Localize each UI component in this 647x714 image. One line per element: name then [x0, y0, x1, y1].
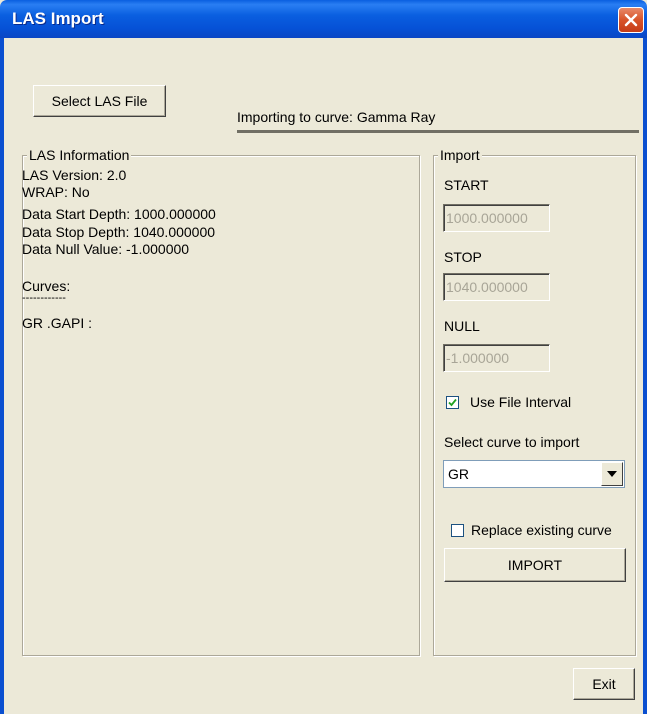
importing-to-curve-label: Importing to curve: Gamma Ray — [237, 109, 436, 125]
start-field-value: 1000.000000 — [446, 210, 528, 226]
use-file-interval-label[interactable]: Use File Interval — [470, 394, 571, 410]
import-button-label: IMPORT — [507, 557, 563, 573]
stop-field[interactable]: 1040.000000 — [443, 273, 550, 301]
import-group-label: Import — [438, 147, 482, 163]
curve-entry: GR .GAPI : — [22, 315, 93, 331]
null-field-value: -1.000000 — [446, 350, 510, 366]
title-bar[interactable]: LAS Import — [0, 0, 647, 38]
window-title: LAS Import — [12, 9, 104, 28]
select-curve-label: Select curve to import — [444, 434, 580, 450]
select-las-file-label: Select LAS File — [51, 93, 148, 109]
las-import-dialog: LAS Import Select LAS File Importing to … — [0, 0, 647, 714]
header-separator — [237, 130, 639, 133]
curve-select-value: GR — [448, 466, 469, 482]
null-field[interactable]: -1.000000 — [443, 344, 550, 372]
stop-field-value: 1040.000000 — [446, 279, 528, 295]
checkmark-icon — [448, 398, 457, 407]
null-label: NULL — [444, 318, 480, 334]
window-frame-right — [643, 38, 647, 714]
stop-label: STOP — [444, 249, 482, 265]
replace-existing-label[interactable]: Replace existing curve — [471, 522, 612, 538]
curve-select-dropdown-button[interactable] — [601, 462, 623, 486]
las-version-text: LAS Version: 2.0 — [22, 167, 127, 183]
close-icon — [624, 13, 638, 27]
data-null-value-text: Data Null Value: -1.000000 — [22, 241, 190, 257]
curves-divider: ------------ — [22, 292, 66, 304]
data-stop-depth-text: Data Stop Depth: 1040.000000 — [22, 224, 216, 240]
start-field[interactable]: 1000.000000 — [443, 204, 550, 232]
import-button[interactable]: IMPORT — [444, 548, 626, 582]
exit-button[interactable]: Exit — [573, 668, 635, 700]
data-start-depth-text: Data Start Depth: 1000.000000 — [22, 206, 216, 222]
window-frame-left — [0, 38, 4, 714]
exit-button-label: Exit — [592, 676, 616, 692]
use-file-interval-checkbox[interactable] — [446, 396, 459, 409]
close-button[interactable] — [618, 7, 644, 33]
curve-select[interactable]: GR — [443, 460, 625, 488]
wrap-text: WRAP: No — [22, 184, 90, 200]
las-information-group-label: LAS Information — [27, 147, 132, 163]
select-las-file-button[interactable]: Select LAS File — [33, 85, 166, 117]
start-label: START — [444, 177, 489, 193]
chevron-down-icon — [607, 471, 617, 477]
replace-existing-checkbox[interactable] — [451, 524, 464, 537]
